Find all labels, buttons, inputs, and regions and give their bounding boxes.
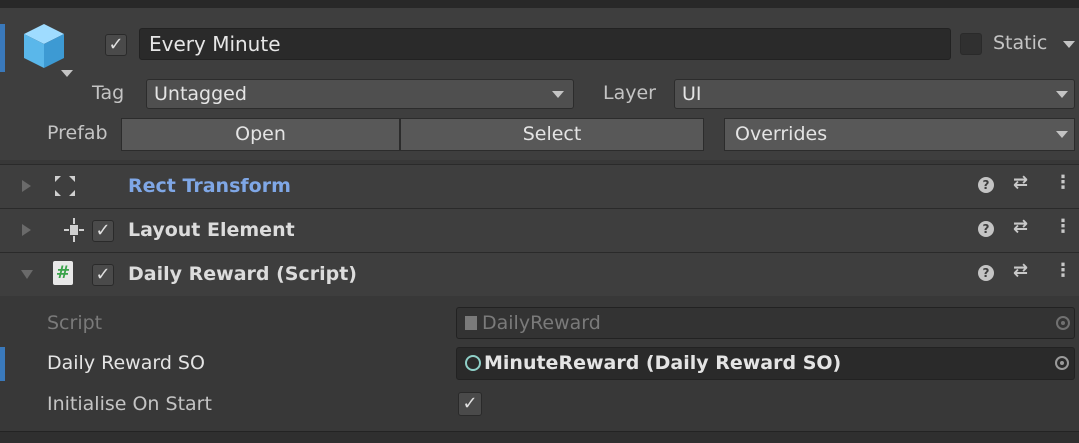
presets-icon[interactable]: ⇄: [1013, 260, 1028, 281]
overrides-label: Overrides: [735, 123, 828, 145]
initialise-on-start-checkbox[interactable]: ✓: [458, 392, 482, 416]
gameobject-icon[interactable]: [22, 22, 66, 70]
script-object-field: DailyReward: [456, 307, 1075, 339]
prefab-label: Prefab: [47, 122, 108, 144]
script-enabled-checkbox[interactable]: ✓: [92, 264, 114, 286]
help-icon[interactable]: ?: [978, 265, 994, 281]
window-top-strip: [0, 0, 1079, 8]
scriptable-object-icon: [465, 355, 481, 371]
tag-chevron-down-icon[interactable]: [552, 91, 564, 98]
context-menu-icon[interactable]: ⋮: [1054, 172, 1072, 193]
script-field-value: DailyReward: [482, 312, 601, 334]
overrides-chevron-down-icon[interactable]: [1056, 131, 1068, 138]
icon-chevron-down-icon[interactable]: [61, 70, 73, 77]
prefab-select-button[interactable]: Select: [400, 118, 704, 151]
active-checkbox[interactable]: ✓: [105, 34, 127, 56]
context-menu-icon[interactable]: ⋮: [1054, 216, 1072, 237]
layout-element-title[interactable]: Layout Element: [128, 219, 295, 241]
layout-element-enabled-checkbox[interactable]: ✓: [92, 220, 114, 242]
tag-value: Untagged: [154, 83, 247, 105]
fold-right-icon[interactable]: [22, 180, 31, 192]
layer-dropdown[interactable]: UI: [674, 79, 1075, 109]
help-icon[interactable]: ?: [978, 177, 994, 193]
layer-value: UI: [682, 83, 702, 105]
presets-icon[interactable]: ⇄: [1013, 216, 1028, 237]
script-field-label: Script: [47, 312, 103, 334]
rect-transform-title[interactable]: Rect Transform: [128, 175, 291, 197]
tag-dropdown[interactable]: Untagged: [146, 79, 574, 109]
layer-label: Layer: [603, 82, 656, 104]
csharp-script-icon: #: [53, 261, 73, 285]
context-menu-icon[interactable]: ⋮: [1054, 260, 1072, 281]
object-picker-icon: [1056, 316, 1070, 330]
help-icon[interactable]: ?: [978, 221, 994, 237]
daily-reward-so-value: MinuteReward (Daily Reward SO): [484, 352, 842, 374]
layout-element-icon: [64, 218, 84, 242]
selection-indicator: [0, 24, 5, 72]
modified-indicator: [0, 347, 5, 381]
daily-reward-so-label: Daily Reward SO: [47, 352, 205, 374]
layer-chevron-down-icon[interactable]: [1056, 91, 1068, 98]
daily-reward-so-field[interactable]: MinuteReward (Daily Reward SO): [456, 347, 1075, 380]
static-chevron-down-icon[interactable]: [1063, 41, 1075, 48]
fold-right-icon[interactable]: [22, 224, 31, 236]
presets-icon[interactable]: ⇄: [1013, 172, 1028, 193]
gameobject-name-field[interactable]: Every Minute: [139, 28, 951, 60]
static-label[interactable]: Static: [993, 32, 1047, 54]
daily-reward-title[interactable]: Daily Reward (Script): [128, 263, 357, 285]
object-picker-icon[interactable]: [1055, 356, 1069, 370]
inspector-bottom-strip: [0, 431, 1079, 443]
tag-label: Tag: [92, 82, 125, 104]
script-file-icon: [465, 316, 477, 330]
prefab-overrides-dropdown[interactable]: Overrides: [724, 118, 1075, 151]
fold-down-icon[interactable]: [21, 270, 33, 279]
initialise-on-start-label: Initialise On Start: [47, 393, 212, 415]
rect-transform-icon: [55, 176, 75, 196]
prefab-open-button[interactable]: Open: [121, 118, 400, 151]
static-checkbox[interactable]: [960, 33, 982, 55]
